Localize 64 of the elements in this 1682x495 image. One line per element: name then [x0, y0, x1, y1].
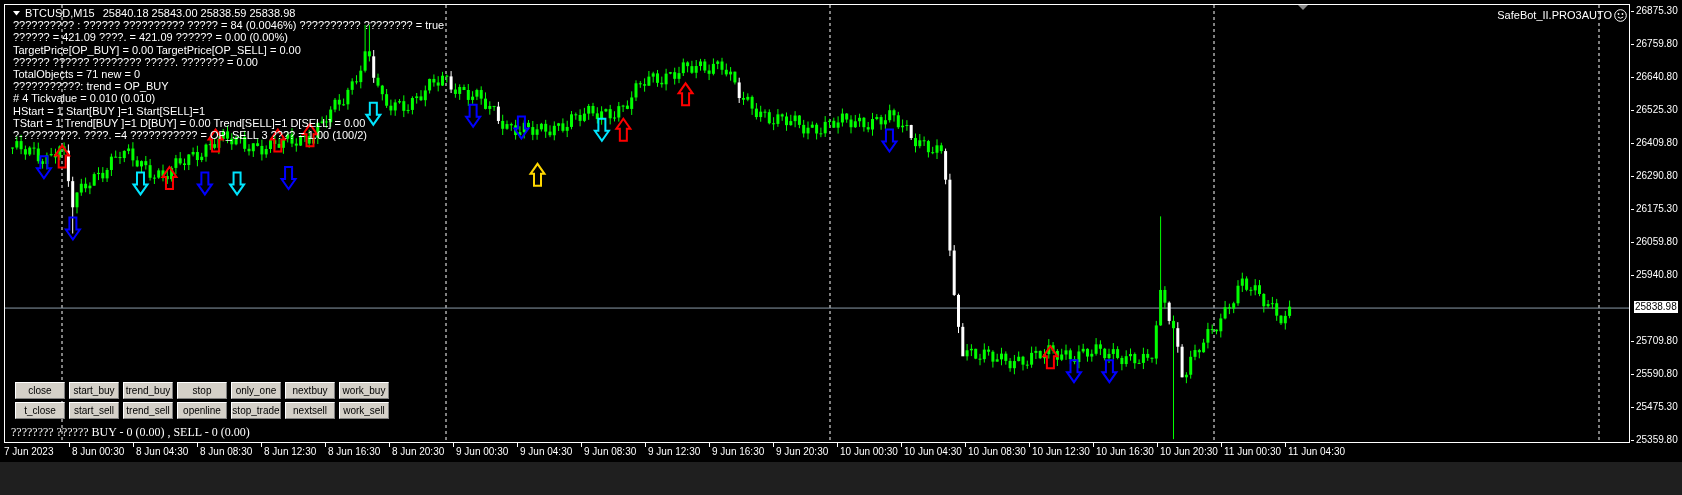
panel-button[interactable]: only_one — [231, 382, 281, 399]
smiley-icon — [1614, 8, 1627, 22]
time-label: 9 Jun 16:30 — [712, 446, 765, 458]
time-label: 7 Jun 2023 — [4, 446, 54, 458]
status-line: ???????? ?????? BUY - 0 (0.00) , SELL - 0 (0.00) — [11, 424, 250, 441]
info-line: # 4 Tickvalue = 0.010 (0.010) — [13, 92, 157, 105]
time-label: 8 Jun 00:30 — [72, 446, 125, 458]
time-label: 10 Jun 00:30 — [840, 446, 898, 458]
price-label: 25359.80 — [1636, 434, 1678, 446]
panel-button[interactable]: stop_trade — [231, 402, 281, 419]
info-line: TotalObjects = 71 new = 0 — [13, 68, 142, 81]
price-label: 25940.80 — [1636, 269, 1678, 281]
info-line: TargetPrice[OP_BUY] = 0.00 TargetPrice[OP_SELL] = 0.00 — [13, 43, 302, 56]
time-label: 11 Jun 00:30 — [1224, 446, 1282, 458]
time-label: 8 Jun 16:30 — [328, 446, 381, 458]
panel-button[interactable]: start_buy — [69, 382, 119, 399]
time-label: 8 Jun 08:30 — [200, 446, 253, 458]
time-label: 10 Jun 12:30 — [1032, 446, 1090, 458]
info-line: ?????? ?????? ???????? ?????. ??????? = 0.00 — [13, 55, 258, 68]
time-label: 8 Jun 20:30 — [392, 446, 445, 458]
time-label: 10 Jun 20:30 — [1160, 446, 1218, 458]
panel-button[interactable]: close — [15, 382, 65, 399]
price-label: 26525.30 — [1636, 104, 1678, 116]
price-label: 26640.80 — [1636, 71, 1678, 83]
panel-button[interactable]: nextbuy — [285, 382, 335, 399]
time-label: 9 Jun 12:30 — [648, 446, 701, 458]
info-line: ?????? = 421.09 ????. = 421.09 ?????? = 0.00 (0.00%) — [13, 31, 289, 44]
shift-marker-icon — [1298, 5, 1308, 10]
time-label: 9 Jun 20:30 — [776, 446, 829, 458]
panel-button[interactable]: work_sell — [339, 402, 389, 419]
panel-button[interactable]: t_close — [15, 402, 65, 419]
panel-button[interactable]: work_buy — [339, 382, 389, 399]
price-label: 26409.80 — [1636, 137, 1678, 149]
time-label: 9 Jun 04:30 — [520, 446, 573, 458]
time-label: 8 Jun 12:30 — [264, 446, 317, 458]
dropdown-icon[interactable] — [13, 10, 20, 16]
price-label: 26175.30 — [1636, 203, 1678, 215]
info-line: ???????????: trend = OP_BUY — [13, 80, 170, 93]
panel-button[interactable]: stop — [177, 382, 227, 399]
panel-button[interactable]: trend_buy — [123, 382, 173, 399]
price-label: 26875.30 — [1636, 5, 1678, 17]
price-label: 26059.80 — [1636, 236, 1678, 248]
panel-button[interactable]: openline — [177, 402, 227, 419]
symbol-timeframe: BTCUSD,M15 — [25, 7, 95, 20]
time-label: 10 Jun 08:30 — [968, 446, 1026, 458]
price-label: 26290.80 — [1636, 170, 1678, 182]
time-label: 9 Jun 08:30 — [584, 446, 637, 458]
time-label: 9 Jun 00:30 — [456, 446, 509, 458]
time-label: 11 Jun 04:30 — [1288, 446, 1346, 458]
price-label: 25709.80 — [1636, 335, 1678, 347]
expert-name: SafeBot_II.PRO3AUTO — [1497, 8, 1612, 23]
price-label: 26759.80 — [1636, 38, 1678, 50]
time-label: 10 Jun 04:30 — [904, 446, 962, 458]
price-label: 25590.80 — [1636, 368, 1678, 380]
time-label: 10 Jun 16:30 — [1096, 446, 1154, 458]
time-label: 8 Jun 04:30 — [136, 446, 189, 458]
panel-button[interactable]: nextsell — [285, 402, 335, 419]
info-line: HStart = 1 Start[BUY ]=1 Start[SELL]=1 — [13, 104, 207, 117]
quote-values: 25840.18 25843.00 25838.59 25838.98 — [102, 7, 296, 20]
panel-button[interactable]: trend_sell — [123, 402, 173, 419]
current-price-label: 25838.98 — [1634, 301, 1678, 314]
price-label: 25475.30 — [1636, 401, 1678, 413]
info-line: ?????????? : ?????? ?????????? ????? = 84 (0.0046%) ?????????? ???????? = true — [13, 19, 445, 32]
panel-button[interactable]: start_sell — [69, 402, 119, 419]
